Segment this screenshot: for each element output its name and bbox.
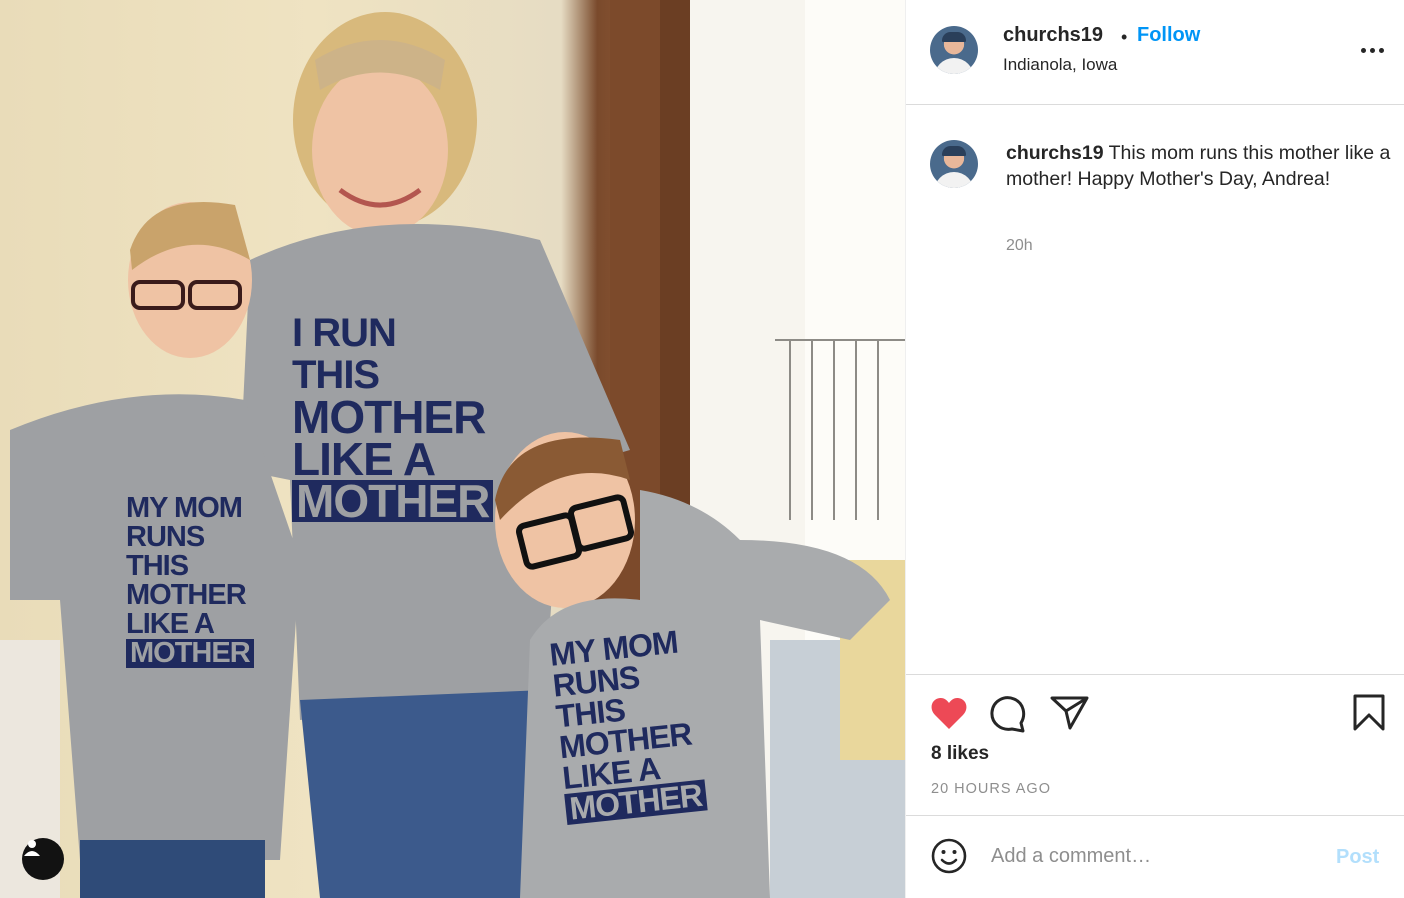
post-timestamp[interactable]: 20 HOURS AGO (931, 781, 1051, 797)
comment-bar: Post (906, 815, 1404, 898)
left-boy-shirt-line: MY MOM (126, 492, 243, 524)
emoji-icon[interactable] (930, 837, 968, 875)
header-username-link[interactable]: churchs19 (1003, 24, 1103, 47)
mom-shirt-line: LIKE A (292, 433, 436, 485)
send-icon[interactable] (1050, 695, 1090, 731)
mom-shirt-line: I RUN (292, 311, 397, 355)
left-boy-shirt-line: THIS (126, 550, 189, 582)
follow-button[interactable]: Follow (1137, 24, 1200, 47)
post-comment-button[interactable]: Post (1336, 846, 1379, 869)
left-boy-shirt-text: MY MOM RUNS THIS MOTHER LIKE A MOTHER (126, 494, 254, 668)
caption-text: churchs19 This mom runs this mother like… (1006, 140, 1391, 192)
caption-section: churchs19 This mom runs this mother like… (906, 106, 1404, 674)
header-separator: • (1121, 27, 1128, 47)
user-silhouette-icon (24, 840, 40, 856)
post-header: churchs19 • Follow Indianola, Iowa (906, 0, 1404, 105)
left-boy-shirt-line: MOTHER (126, 579, 247, 611)
more-options-icon[interactable] (1357, 38, 1387, 62)
left-boy-shirt-line: LIKE A (126, 608, 215, 640)
caption-avatar[interactable] (930, 140, 978, 188)
mom-shirt-line: MOTHER (292, 478, 494, 524)
left-boy-shirt-line: RUNS (126, 521, 205, 553)
actions-section: 8 likes 20 HOURS AGO (906, 674, 1404, 815)
user-tag-button[interactable] (22, 838, 64, 880)
left-boy-shirt-line: MOTHER (126, 639, 254, 668)
comment-icon[interactable] (990, 695, 1028, 733)
caption-username-link[interactable]: churchs19 (1006, 142, 1104, 164)
location-link[interactable]: Indianola, Iowa (1003, 55, 1117, 75)
bookmark-icon[interactable] (1352, 694, 1386, 732)
caption-timestamp[interactable]: 20h (1006, 237, 1033, 255)
heart-filled-icon[interactable] (930, 695, 968, 731)
comment-input[interactable] (991, 840, 1311, 872)
right-boy-shirt-text: MY MOM RUNS THIS MOTHER LIKE A MOTHER (548, 624, 708, 827)
post-side-panel: churchs19 • Follow Indianola, Iowa churc… (905, 0, 1404, 898)
likes-count[interactable]: 8 likes (931, 743, 989, 765)
mom-shirt-line: MOTHER (292, 391, 486, 443)
avatar[interactable] (930, 26, 978, 74)
post-photo[interactable]: I RUN THIS MOTHER LIKE A MOTHER MY MOM R… (0, 0, 905, 898)
mom-shirt-line: THIS (292, 353, 380, 397)
mom-shirt-text: I RUN THIS MOTHER LIKE A MOTHER (292, 311, 494, 525)
